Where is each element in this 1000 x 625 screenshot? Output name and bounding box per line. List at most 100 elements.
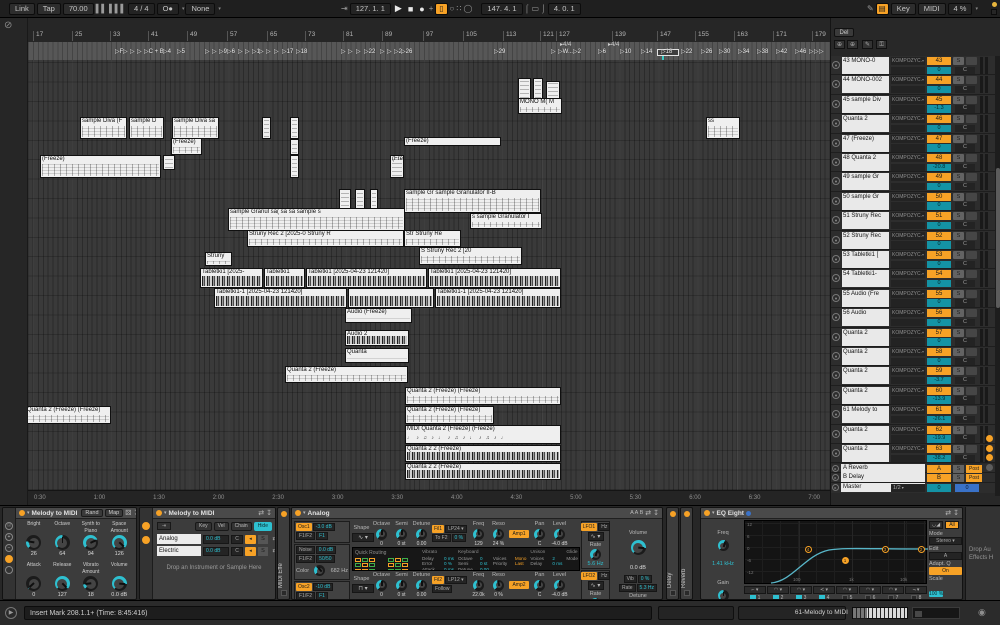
automation-arm-button[interactable]: ▯ — [435, 2, 448, 15]
device-fold-icon[interactable] — [670, 590, 676, 596]
param-knob[interactable] — [416, 528, 427, 540]
lfo-unit[interactable]: Hz — [598, 523, 611, 531]
track-fold-icon[interactable]: ▾ — [832, 293, 840, 302]
delete-locator-button[interactable]: Del — [834, 28, 854, 37]
track-fold-icon[interactable]: ▾ — [832, 80, 840, 89]
clip[interactable]: Tabletki1 [2025- — [200, 268, 263, 288]
analog-param[interactable]: Freq 129 — [469, 521, 488, 547]
locator-flag[interactable]: ▷6 — [598, 48, 606, 55]
track-number-badge[interactable]: 63 — [927, 445, 951, 453]
save-preset-icon[interactable]: ↧ — [653, 509, 659, 517]
clip[interactable]: Quanta 2 (Freeze) (Freeze) — [405, 406, 494, 424]
device-activator[interactable] — [156, 510, 162, 516]
arm-button[interactable] — [966, 289, 977, 298]
mode-select[interactable]: Stereo ▾ — [929, 537, 962, 545]
quick-routing-panel[interactable]: Quick Routing — [355, 550, 419, 570]
locator-flag[interactable]: ▷ — [212, 48, 217, 55]
pencil-icon[interactable]: ✎ — [862, 40, 873, 49]
record-arm-indicator[interactable] — [986, 445, 993, 452]
preset-ab-label[interactable]: A A B — [630, 510, 643, 516]
locator-flag[interactable]: ▷34 — [738, 48, 749, 55]
track-name[interactable]: Quanta 2 — [842, 115, 889, 133]
track-volume[interactable]: -1.3 — [927, 105, 951, 113]
eq-band-toggle[interactable]: ◠ ▾ 5 — [836, 586, 858, 599]
locator-flag[interactable]: ▷ — [341, 48, 346, 55]
filter-type-dropdown[interactable]: ◠ ▾ — [859, 586, 881, 594]
analog-param[interactable]: Level -4.0 dB — [550, 521, 569, 547]
arm-button[interactable] — [966, 251, 977, 259]
eq-node[interactable]: 1 — [841, 556, 849, 564]
track-fold-icon[interactable]: ▾ — [832, 158, 840, 166]
lfo-toggle[interactable]: LFO1 — [580, 523, 598, 531]
solo-button[interactable]: S — [953, 386, 964, 395]
solo-button[interactable]: S — [953, 406, 964, 415]
locator-flag[interactable]: ▷ — [814, 48, 819, 55]
rack-drop-zone[interactable]: Drop an Instrument or Sample Here — [155, 564, 273, 572]
save-preset-icon[interactable]: ↧ — [266, 509, 272, 517]
solo-button[interactable]: S — [953, 425, 964, 434]
clip[interactable] — [348, 288, 434, 308]
track-volume[interactable]: 0 — [927, 357, 951, 365]
track-row[interactable]: ▾53 Tabletki1 [KOMPOZYC.530SC — [831, 250, 997, 270]
track-row[interactable]: ▾Quanta 2KOMPOZYC.63-38.2SC — [831, 444, 997, 464]
track-fold-icon[interactable]: ▾ — [832, 235, 840, 244]
return-badge[interactable]: A — [927, 464, 951, 473]
track-volume[interactable]: -19.9 — [927, 435, 951, 443]
clip[interactable]: S Struny Rec 2 [20 — [419, 247, 522, 265]
chain-activator[interactable]: ◂ — [245, 534, 256, 544]
arrangement-position-field[interactable]: 127. 1. 1 — [349, 2, 391, 15]
track-volume[interactable]: 0 — [927, 124, 951, 133]
track-volume[interactable]: 0 — [927, 221, 951, 230]
master-track-row[interactable]: ▸ Master 1/2 0 0 — [831, 483, 997, 493]
post-toggle[interactable]: Post — [966, 473, 982, 482]
track-volume[interactable]: -20.8 — [927, 163, 951, 171]
track-output-routing[interactable]: KOMPOZYC. — [891, 445, 925, 453]
track-volume[interactable]: 0 — [927, 66, 951, 74]
track-output-routing[interactable]: KOMPOZYC. — [891, 348, 925, 356]
solo-button[interactable]: S — [953, 154, 964, 162]
track-number-badge[interactable]: 51 — [927, 212, 951, 221]
locator-flag[interactable]: ▷10 — [620, 48, 631, 55]
locator-flag[interactable]: ▷ — [259, 48, 264, 55]
hide-tab[interactable]: Hide — [253, 522, 272, 531]
track-output-sub[interactable] — [891, 124, 925, 133]
cpu-caret[interactable]: ▾ — [975, 6, 978, 12]
track-name[interactable]: 55 Audio (Fre — [842, 289, 889, 307]
arm-button[interactable] — [966, 270, 977, 279]
track-row[interactable]: ▾Quanta 2KOMPOZYC.570SC — [831, 327, 997, 347]
groove-caret[interactable]: ▾ — [218, 6, 221, 12]
time-signature-marker[interactable]: ▸4/4 — [560, 41, 571, 48]
return-track-row[interactable]: ▸ A Reverb A S Post — [831, 464, 997, 474]
track-volume[interactable]: -3.7 — [927, 376, 951, 385]
track-fold-icon[interactable]: ▾ — [832, 119, 840, 128]
track-output-routing[interactable]: KOMPOZYC. — [891, 76, 925, 85]
track-output-sub[interactable] — [891, 163, 925, 171]
track-row[interactable]: ▾51 Struny RecKOMPOZYC.510SC — [831, 211, 997, 231]
save-preset-icon[interactable]: ↧ — [953, 509, 959, 517]
track-row[interactable]: ▾Quanta 2KOMPOZYC.460SC — [831, 114, 997, 134]
clip[interactable]: sample Diva (F — [80, 117, 127, 139]
solo-button[interactable]: S — [953, 57, 964, 65]
hot-swap-icon[interactable]: ⇄ — [945, 509, 951, 517]
lfo-shape-dropdown[interactable]: ∿ ▾ — [587, 581, 604, 590]
overdub-icon[interactable]: + — [429, 4, 434, 13]
master-output-select[interactable]: 1/2 — [891, 484, 925, 492]
macro-control[interactable]: Vibrato Amount 18 — [77, 562, 105, 599]
collapsed-device[interactable]: Reverb — [680, 507, 693, 600]
device-title-bar[interactable]: ▾ EQ Eight ⇄ ↧ — [701, 508, 962, 519]
track-output-sub[interactable] — [891, 66, 925, 74]
param-knob[interactable] — [493, 579, 504, 591]
track-output-routing[interactable]: KOMPOZYC. — [891, 270, 925, 279]
add-macro-icon[interactable]: + — [5, 533, 13, 541]
eq-node[interactable]: 4 — [804, 545, 812, 553]
clip[interactable] — [290, 155, 299, 178]
locator-flag[interactable]: ▷26 — [701, 48, 712, 55]
filter-toggle[interactable]: Fil1 — [432, 525, 445, 533]
track-output-routing[interactable]: KOMPOZYC. — [891, 425, 925, 434]
track-name[interactable]: Quanta 2 — [842, 425, 889, 443]
track-fold-icon[interactable]: ▾ — [832, 99, 840, 108]
macro-control[interactable]: Release 127 — [49, 562, 77, 599]
eq-node[interactable]: 2 — [917, 545, 925, 553]
amp-toggle[interactable]: Amp2 — [509, 580, 529, 589]
solo-button[interactable]: S — [953, 367, 964, 376]
